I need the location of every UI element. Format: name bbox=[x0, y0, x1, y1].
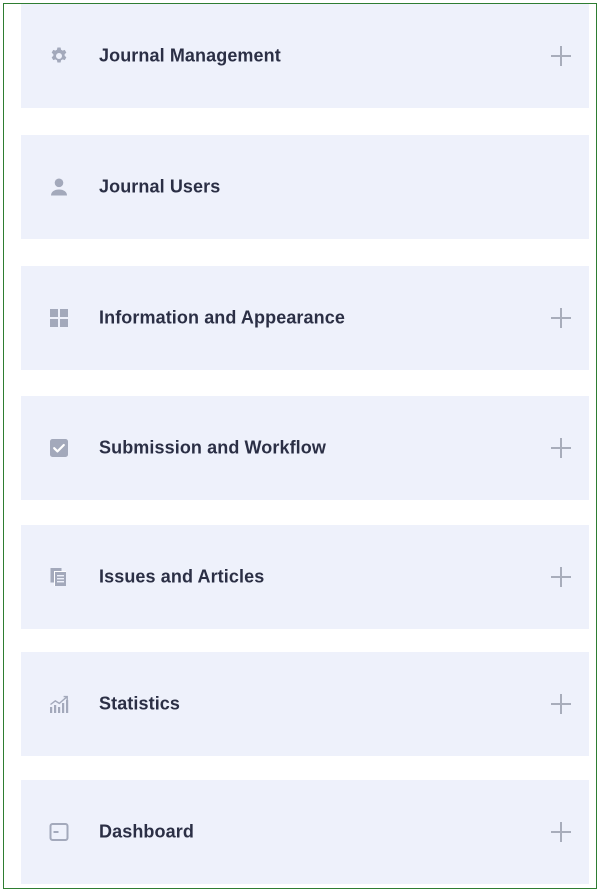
plus-icon[interactable] bbox=[549, 436, 573, 460]
menu-item-label: Statistics bbox=[99, 693, 181, 714]
menu-item-label: Submission and Workflow bbox=[99, 437, 326, 458]
menu-item-information-and-appearance[interactable]: Information and Appearance bbox=[21, 266, 589, 370]
gear-icon bbox=[49, 46, 69, 66]
dashboard-icon bbox=[49, 822, 69, 842]
documents-icon bbox=[49, 567, 69, 587]
menu-item-label: Issues and Articles bbox=[99, 566, 265, 587]
plus-icon[interactable] bbox=[549, 692, 573, 716]
plus-icon[interactable] bbox=[549, 820, 573, 844]
menu-item-label: Dashboard bbox=[99, 821, 194, 842]
menu-item-issues-and-articles[interactable]: Issues and Articles bbox=[21, 525, 589, 629]
menu-item-statistics[interactable]: Statistics bbox=[21, 652, 589, 756]
grid-icon bbox=[49, 308, 69, 328]
menu-item-journal-users[interactable]: Journal Users bbox=[21, 135, 589, 239]
chart-icon bbox=[49, 694, 69, 714]
user-icon bbox=[49, 177, 69, 197]
menu-item-label: Journal Users bbox=[99, 176, 221, 197]
menu-item-journal-management[interactable]: Journal Management bbox=[21, 4, 589, 108]
menu-item-dashboard[interactable]: Dashboard bbox=[21, 780, 589, 884]
menu-item-submission-and-workflow[interactable]: Submission and Workflow bbox=[21, 396, 589, 500]
plus-icon[interactable] bbox=[549, 306, 573, 330]
menu-item-label: Information and Appearance bbox=[99, 307, 345, 328]
checkbox-icon bbox=[49, 438, 69, 458]
menu-item-label: Journal Management bbox=[99, 45, 281, 66]
plus-icon[interactable] bbox=[549, 44, 573, 68]
sidebar-menu: Journal Management Journal Users Informa… bbox=[3, 3, 597, 889]
plus-icon[interactable] bbox=[549, 565, 573, 589]
